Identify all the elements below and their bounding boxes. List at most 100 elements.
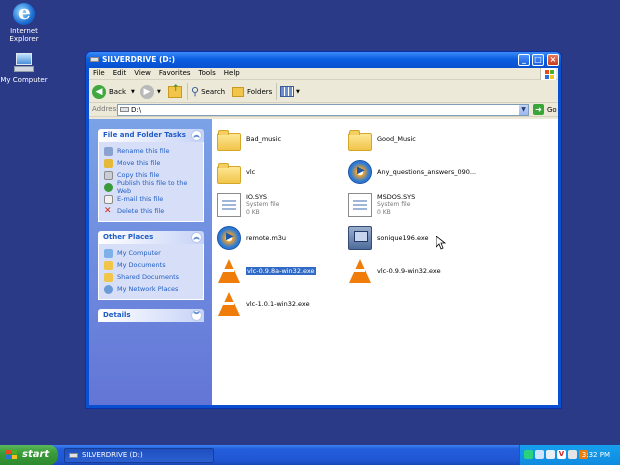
tray-icon[interactable] [535, 450, 544, 459]
antivirus-tray-icon[interactable]: V [557, 450, 566, 459]
file-item[interactable]: IO.SYS System file 0 KB [217, 189, 347, 221]
file-name: Bad_music [246, 135, 282, 143]
title-bar[interactable]: SILVERDRIVE (D:) _ □ × [86, 52, 561, 68]
task-publish[interactable]: Publish this file to the Web [104, 179, 199, 195]
file-item[interactable]: vlc-1.0.1-win32.exe [217, 288, 347, 320]
back-label: Back [109, 87, 126, 96]
task-label: Publish this file to the Web [117, 179, 188, 195]
desktop-icon-my-computer[interactable]: My Computer [0, 52, 48, 84]
place-my-documents[interactable]: My Documents [104, 259, 199, 271]
views-button[interactable]: ▼ [280, 83, 300, 100]
installer-icon [348, 226, 372, 250]
tray-icon[interactable] [546, 450, 555, 459]
place-network[interactable]: My Network Places [104, 283, 199, 295]
file-type: System file [246, 201, 280, 208]
maximize-button[interactable]: □ [532, 54, 544, 66]
desktop-icon-internet-explorer[interactable]: Internet Explorer [0, 0, 48, 43]
menu-view[interactable]: View [130, 68, 155, 77]
details-header[interactable]: Details ︾ [98, 309, 204, 322]
internet-explorer-icon [13, 0, 35, 25]
other-places-title: Other Places [103, 233, 154, 241]
details-panel: Details ︾ [98, 309, 204, 322]
task-rename[interactable]: Rename this file [104, 145, 199, 157]
taskbar-window-button[interactable]: SILVERDRIVE (D:) [64, 448, 214, 463]
toolbar-separator [187, 83, 188, 100]
clock[interactable]: 3:32 PM [582, 451, 610, 459]
address-bar: Address D:\ ▼ ➜ Go [89, 103, 558, 117]
folder-item[interactable]: Bad_music [217, 123, 347, 155]
drive-icon [69, 453, 78, 458]
collapse-icon[interactable]: ︽ [191, 232, 202, 243]
go-arrow-icon: ➜ [533, 104, 544, 115]
folders-button[interactable]: Folders [232, 83, 272, 100]
desktop-icon-label: My Computer [0, 76, 48, 84]
go-label: Go [547, 105, 557, 114]
file-tasks-header[interactable]: File and Folder Tasks ︽ [98, 129, 204, 142]
back-button[interactable]: ◀ Back ▼ [92, 83, 135, 100]
task-label: Move this file [117, 159, 161, 167]
forward-button[interactable]: ▶ ▼ [140, 83, 161, 100]
search-icon: ⚲ [191, 85, 200, 98]
volume-tray-icon[interactable] [568, 450, 577, 459]
toolbar-separator [276, 83, 277, 100]
computer-icon [13, 52, 35, 74]
go-button[interactable]: ➜ Go [533, 104, 557, 115]
place-label: Shared Documents [117, 273, 180, 281]
file-name: vlc-1.0.1-win32.exe [246, 300, 310, 308]
file-name: Any_questions_answers_090... [377, 168, 477, 176]
file-item-selected[interactable]: vlc-0.9.8a-win32.exe [217, 255, 347, 287]
taskbar: start SILVERDRIVE (D:) V 3:32 PM [0, 445, 620, 465]
expand-icon[interactable]: ︾ [191, 310, 202, 321]
menu-edit[interactable]: Edit [109, 68, 131, 77]
address-input[interactable]: D:\ ▼ [117, 104, 529, 116]
file-list[interactable]: Bad_music Good_Music vlc Any_questions_a… [212, 119, 558, 405]
menu-help[interactable]: Help [220, 68, 244, 77]
place-shared-documents[interactable]: Shared Documents [104, 271, 199, 283]
file-name: vlc [246, 168, 256, 176]
file-name: MSDOS.SYS [377, 193, 416, 201]
file-name: IO.SYS [246, 193, 268, 201]
file-name: vlc-0.9.9-win32.exe [377, 267, 441, 275]
folder-up-icon: ↑ [168, 84, 182, 98]
network-tray-icon[interactable] [524, 450, 533, 459]
search-label: Search [201, 87, 226, 96]
task-label: Rename this file [117, 147, 170, 155]
address-dropdown-icon[interactable]: ▼ [518, 105, 528, 115]
folder-item[interactable]: vlc [217, 156, 347, 188]
minimize-button[interactable]: _ [518, 54, 530, 66]
window-client: File Edit View Favorites Tools Help ◀ Back ▼ … [89, 68, 558, 405]
media-file-icon [217, 226, 241, 250]
close-button[interactable]: × [547, 54, 559, 66]
start-button[interactable]: start [0, 445, 58, 465]
file-item[interactable]: vlc-0.9.9-win32.exe [348, 255, 478, 287]
computer-icon [104, 248, 113, 258]
drive-icon [120, 107, 129, 112]
up-folder-button[interactable]: ↑ [168, 83, 182, 100]
menu-bar: File Edit View Favorites Tools Help [89, 68, 558, 80]
menu-favorites[interactable]: Favorites [155, 68, 195, 77]
task-move[interactable]: Move this file [104, 157, 199, 169]
forward-dropdown-icon[interactable]: ▼ [157, 89, 161, 95]
folder-icon [217, 130, 241, 151]
folders-icon [232, 86, 244, 97]
place-my-computer[interactable]: My Computer [104, 247, 199, 259]
views-icon [280, 86, 294, 97]
views-dropdown-icon[interactable]: ▼ [296, 89, 300, 95]
other-places-header[interactable]: Other Places ︽ [98, 231, 204, 244]
collapse-icon[interactable]: ︽ [191, 130, 202, 141]
folder-item[interactable]: Good_Music [348, 123, 478, 155]
file-item[interactable]: remote.m3u [217, 222, 347, 254]
task-delete[interactable]: ✕ Delete this file [104, 205, 199, 217]
forward-arrow-icon: ▶ [140, 84, 154, 99]
menu-tools[interactable]: Tools [195, 68, 220, 77]
file-item[interactable]: MSDOS.SYS System file 0 KB [348, 189, 478, 221]
menu-file[interactable]: File [89, 68, 109, 77]
file-name: Good_Music [377, 135, 416, 143]
place-label: My Computer [117, 249, 161, 257]
system-file-icon [217, 193, 241, 217]
file-item[interactable]: Any_questions_answers_090... [348, 156, 478, 188]
globe-icon [104, 182, 113, 192]
search-button[interactable]: ⚲ Search [191, 83, 225, 100]
back-dropdown-icon[interactable]: ▼ [131, 89, 135, 95]
file-item[interactable]: sonique196.exe [348, 222, 478, 254]
